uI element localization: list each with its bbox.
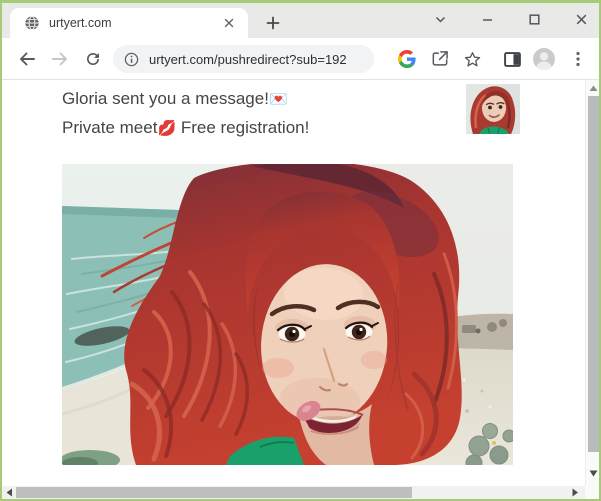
close-icon[interactable] [573, 11, 590, 28]
profile-avatar-icon[interactable] [532, 47, 556, 71]
scroll-left-icon[interactable] [4, 487, 14, 498]
chevron-down-icon[interactable] [432, 11, 449, 28]
scroll-right-icon[interactable] [570, 487, 580, 498]
reload-icon[interactable] [82, 48, 104, 70]
tab-close-icon[interactable] [220, 14, 238, 32]
address-bar[interactable]: urtyert.com/pushredirect?sub=192 [113, 45, 374, 73]
google-g-icon[interactable] [397, 49, 417, 69]
vertical-scrollbar[interactable] [585, 80, 599, 486]
profile-photo[interactable] [62, 164, 513, 465]
side-panel-icon[interactable] [502, 49, 522, 69]
browser-window: urtyert.com [0, 0, 601, 501]
headline-line2: Private meet💋 Free registration! [62, 114, 309, 143]
tab-title: urtyert.com [49, 16, 220, 30]
star-outline-icon[interactable] [462, 49, 482, 69]
back-button[interactable] [16, 48, 38, 70]
share-icon[interactable] [430, 49, 450, 69]
scroll-down-icon[interactable] [588, 468, 599, 478]
globe-icon [24, 15, 40, 31]
headline-line1: Gloria sent you a message!💌 [62, 85, 309, 114]
horizontal-scroll-thumb[interactable] [16, 487, 412, 498]
url-text: urtyert.com/pushredirect?sub=192 [149, 52, 347, 67]
browser-tab[interactable]: urtyert.com [10, 8, 248, 38]
window-controls [432, 3, 590, 35]
window-inner: urtyert.com [2, 3, 599, 499]
horizontal-scrollbar[interactable] [2, 486, 585, 499]
love-letter-emoji: 💌 [269, 91, 288, 108]
maximize-icon[interactable] [526, 11, 543, 28]
page-viewport: Gloria sent you a message!💌 Private meet… [2, 80, 599, 499]
minimize-icon[interactable] [479, 11, 496, 28]
avatar-thumbnail [466, 84, 520, 134]
info-icon[interactable] [124, 52, 139, 67]
scrollbar-corner [585, 486, 599, 499]
vertical-scroll-thumb[interactable] [588, 96, 599, 452]
three-dot-menu-icon[interactable] [568, 49, 588, 69]
kiss-mark-emoji: 💋 [157, 120, 176, 137]
tab-strip: urtyert.com [2, 3, 599, 38]
message-headline: Gloria sent you a message!💌 Private meet… [62, 85, 309, 143]
new-tab-button[interactable] [260, 10, 286, 36]
scroll-up-icon[interactable] [588, 83, 599, 93]
page-content: Gloria sent you a message!💌 Private meet… [2, 80, 585, 486]
browser-toolbar: urtyert.com/pushredirect?sub=192 [2, 38, 599, 80]
forward-button[interactable] [49, 48, 71, 70]
